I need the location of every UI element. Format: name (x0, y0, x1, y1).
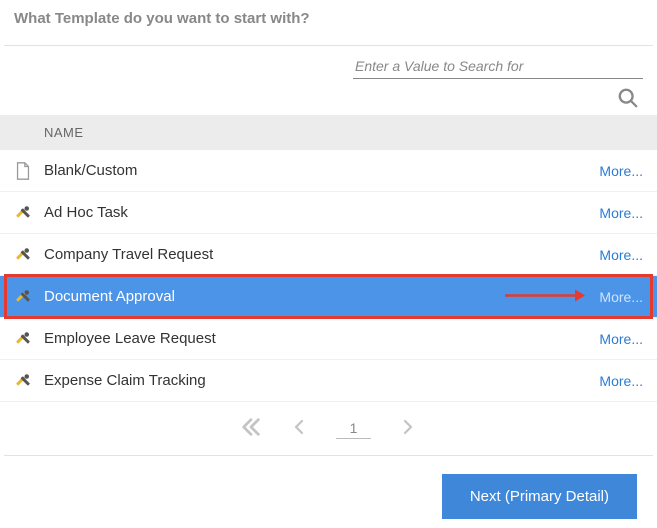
template-name: Blank/Custom (44, 162, 599, 179)
page-title: What Template do you want to start with? (0, 0, 657, 45)
tools-icon (14, 246, 44, 264)
tools-icon (14, 288, 44, 306)
next-button[interactable]: Next (Primary Detail) (442, 474, 637, 519)
pager-first-icon[interactable] (240, 416, 262, 441)
template-name: Company Travel Request (44, 246, 599, 263)
pager-prev-icon[interactable] (290, 416, 308, 441)
template-row[interactable]: Company Travel RequestMore... (0, 234, 657, 276)
document-icon (14, 161, 44, 181)
pager: 1 (0, 402, 657, 449)
template-row[interactable]: Document ApprovalMore... (0, 276, 657, 318)
search-input[interactable] (353, 54, 643, 79)
template-name: Employee Leave Request (44, 330, 599, 347)
template-row[interactable]: Employee Leave RequestMore... (0, 318, 657, 360)
tools-icon (14, 372, 44, 390)
template-row[interactable]: Blank/CustomMore... (0, 150, 657, 192)
column-header-name: NAME (0, 115, 657, 150)
more-link[interactable]: More... (599, 163, 643, 179)
more-link[interactable]: More... (599, 205, 643, 221)
tools-icon (14, 204, 44, 222)
more-link[interactable]: More... (599, 247, 643, 263)
template-name: Expense Claim Tracking (44, 372, 599, 389)
callout-arrow-icon (505, 288, 585, 305)
more-link[interactable]: More... (599, 289, 643, 305)
pager-next-icon[interactable] (399, 416, 417, 441)
tools-icon (14, 330, 44, 348)
more-link[interactable]: More... (599, 331, 643, 347)
template-name: Ad Hoc Task (44, 204, 599, 221)
template-row[interactable]: Expense Claim TrackingMore... (0, 360, 657, 402)
template-row[interactable]: Ad Hoc TaskMore... (0, 192, 657, 234)
more-link[interactable]: More... (599, 373, 643, 389)
pager-current-page: 1 (336, 418, 372, 439)
search-icon[interactable] (617, 87, 639, 109)
